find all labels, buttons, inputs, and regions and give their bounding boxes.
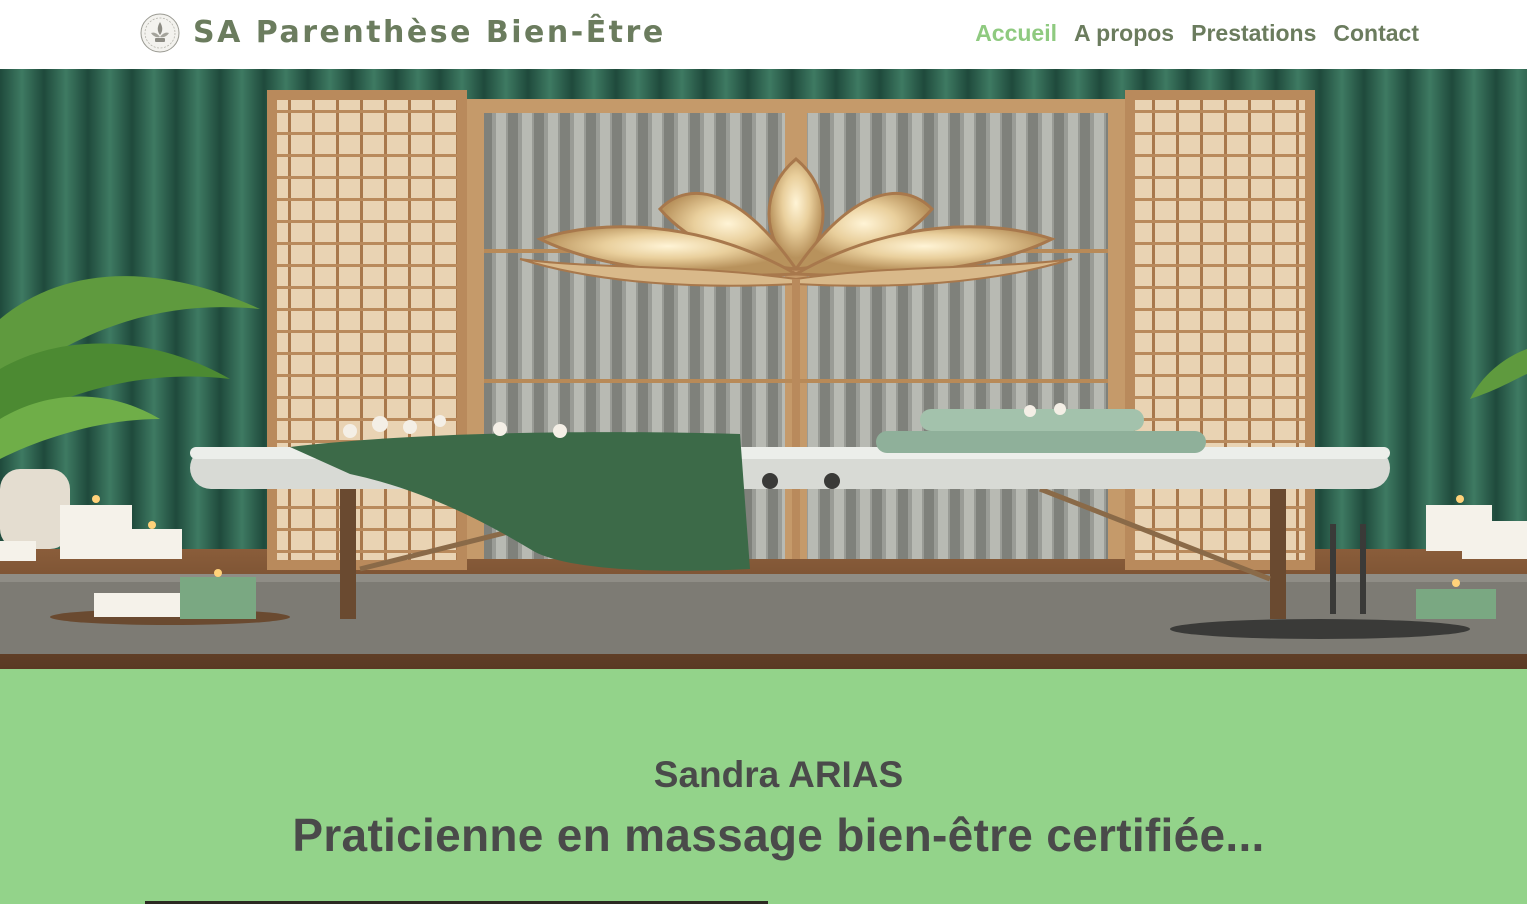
nav-item-contact[interactable]: Contact (1333, 19, 1419, 47)
tagline: Praticienne en massage bien-être certifi… (292, 809, 1265, 861)
nav-item-a-propos[interactable]: A propos (1074, 19, 1174, 47)
hero-image (0, 69, 1527, 669)
nav-item-prestations[interactable]: Prestations (1191, 19, 1316, 47)
main-nav: Accueil A propos Prestations Contact (958, 19, 1419, 47)
massage-room-illustration (0, 69, 1527, 669)
site-header: SA Parenthèse Bien-Être Accueil A propos… (0, 0, 1527, 69)
nav-item-accueil[interactable]: Accueil (975, 19, 1057, 47)
brand[interactable]: SA Parenthèse Bien-Être (139, 12, 666, 54)
practitioner-name: Sandra ARIAS (653, 754, 904, 795)
site-title: SA Parenthèse Bien-Être (193, 15, 666, 50)
lotus-seal-logo-icon (140, 13, 180, 53)
intro-section: Sandra ARIAS Praticienne en massage bien… (0, 669, 1527, 904)
